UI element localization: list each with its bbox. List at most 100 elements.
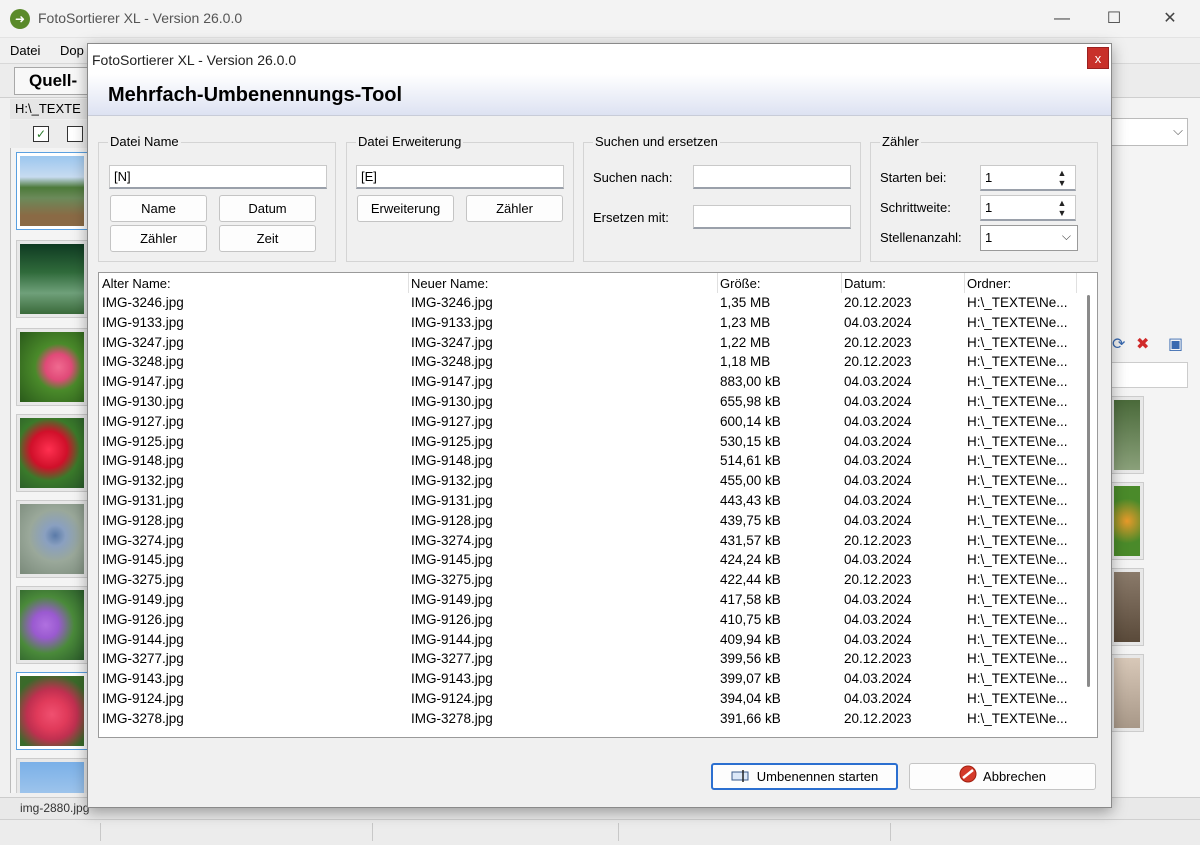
digits-select[interactable]: 1 ⌵ bbox=[980, 225, 1078, 251]
table-row[interactable]: IMG-9127.jpg IMG-9127.jpg 600,14 kB 04.03.2… bbox=[99, 412, 1079, 432]
menu-dop[interactable]: Dop bbox=[60, 43, 84, 58]
thumbnail[interactable] bbox=[16, 586, 88, 664]
table-row[interactable]: IMG-9149.jpg IMG-9149.jpg 417,58 kB 04.03.2… bbox=[99, 590, 1079, 610]
file-list[interactable]: Alter Name: Neuer Name: Größe: Datum: Or… bbox=[98, 272, 1098, 738]
step-value: 1 bbox=[985, 200, 993, 215]
check-icon[interactable]: ✓ bbox=[33, 126, 49, 142]
insert-date-button[interactable]: Datum bbox=[219, 195, 316, 222]
cell-size: 424,24 kB bbox=[720, 552, 781, 568]
digits-label: Stellenanzahl: bbox=[880, 230, 962, 245]
target-input[interactable] bbox=[1110, 362, 1188, 388]
insert-counter-button[interactable]: Zähler bbox=[110, 225, 207, 252]
thumbnail[interactable] bbox=[16, 672, 88, 750]
cell-old-name: IMG-3274.jpg bbox=[102, 532, 184, 548]
cell-size: 655,98 kB bbox=[720, 393, 781, 409]
table-row[interactable]: IMG-9125.jpg IMG-9125.jpg 530,15 kB 04.03.2… bbox=[99, 432, 1079, 452]
dialog-header: Mehrfach-Umbenennungs-Tool bbox=[88, 74, 1111, 116]
spin-arrows-icon[interactable]: ▲ ▼ bbox=[1055, 168, 1069, 188]
table-row[interactable]: IMG-9130.jpg IMG-9130.jpg 655,98 kB 04.03.2… bbox=[99, 392, 1079, 412]
target-combo[interactable]: ⌵ bbox=[1110, 118, 1188, 146]
spin-arrows-icon[interactable]: ▲ ▼ bbox=[1055, 198, 1069, 218]
cell-folder: H:\_TEXTE\Ne... bbox=[967, 671, 1068, 687]
target-thumbnail[interactable] bbox=[1110, 482, 1144, 560]
table-row[interactable]: IMG-9132.jpg IMG-9132.jpg 455,00 kB 04.03.2… bbox=[99, 471, 1079, 491]
step-spinner[interactable]: 1 ▲ ▼ bbox=[980, 195, 1076, 221]
maximize-button[interactable]: ☐ bbox=[1092, 6, 1136, 32]
cell-new-name: IMG-3247.jpg bbox=[411, 334, 493, 350]
cell-size: 455,00 kB bbox=[720, 473, 781, 489]
table-row[interactable]: IMG-3275.jpg IMG-3275.jpg 422,44 kB 20.12.2… bbox=[99, 570, 1079, 590]
dialog-close-button[interactable]: x bbox=[1087, 47, 1109, 69]
uncheck-box[interactable] bbox=[67, 126, 83, 142]
counter-group: Zähler Starten bei: 1 ▲ ▼ Schrittweite: 1… bbox=[870, 134, 1098, 262]
table-row[interactable]: IMG-3278.jpg IMG-3278.jpg 391,66 kB 20.12.2… bbox=[99, 709, 1079, 729]
cell-size: 514,61 kB bbox=[720, 453, 781, 469]
cancel-label: Abbrechen bbox=[983, 769, 1046, 784]
filename-pattern-field[interactable]: [N] bbox=[109, 165, 327, 189]
cell-folder: H:\_TEXTE\Ne... bbox=[967, 413, 1068, 429]
column-date[interactable]: Datum: bbox=[844, 276, 886, 291]
table-row[interactable]: IMG-3277.jpg IMG-3277.jpg 399,56 kB 20.12.2… bbox=[99, 649, 1079, 669]
table-row[interactable]: IMG-9128.jpg IMG-9128.jpg 439,75 kB 04.03.2… bbox=[99, 511, 1079, 531]
table-row[interactable]: IMG-9144.jpg IMG-9144.jpg 409,94 kB 04.03.2… bbox=[99, 630, 1079, 650]
start-rename-button[interactable]: Umbenennen starten bbox=[711, 763, 898, 790]
cell-date: 04.03.2024 bbox=[844, 552, 912, 568]
table-row[interactable]: IMG-9131.jpg IMG-9131.jpg 443,43 kB 04.03.2… bbox=[99, 491, 1079, 511]
list-scrollbar[interactable] bbox=[1079, 273, 1097, 737]
close-window-button[interactable]: ✕ bbox=[1148, 6, 1192, 32]
thumbnail[interactable] bbox=[16, 414, 88, 492]
target-thumbnail[interactable] bbox=[1110, 568, 1144, 646]
table-row[interactable]: IMG-9143.jpg IMG-9143.jpg 399,07 kB 04.03.2… bbox=[99, 669, 1079, 689]
refresh-icon[interactable]: ⟳ bbox=[1112, 334, 1125, 354]
delete-icon[interactable]: ✖ bbox=[1136, 334, 1149, 354]
search-input[interactable] bbox=[693, 165, 851, 189]
column-folder[interactable]: Ordner: bbox=[967, 276, 1011, 291]
cell-date: 20.12.2023 bbox=[844, 354, 912, 370]
target-thumbnail[interactable] bbox=[1110, 654, 1144, 732]
insert-time-button[interactable]: Zeit bbox=[219, 225, 316, 252]
start-spinner[interactable]: 1 ▲ ▼ bbox=[980, 165, 1076, 191]
column-size[interactable]: Größe: bbox=[720, 276, 760, 291]
rename-dialog: FotoSortierer XL - Version 26.0.0 x Mehr… bbox=[87, 43, 1112, 808]
cell-size: 399,07 kB bbox=[720, 671, 781, 687]
source-tab[interactable]: Quell- bbox=[14, 67, 94, 95]
cell-folder: H:\_TEXTE\Ne... bbox=[967, 492, 1068, 508]
column-divider[interactable] bbox=[1076, 273, 1077, 293]
thumbnail[interactable] bbox=[16, 240, 88, 318]
scrollbar-thumb[interactable] bbox=[1087, 295, 1090, 687]
cell-size: 1,23 MB bbox=[720, 314, 771, 330]
insert-extension-button[interactable]: Erweiterung bbox=[357, 195, 454, 222]
cancel-button[interactable]: Abbrechen bbox=[909, 763, 1096, 790]
table-row[interactable]: IMG-9145.jpg IMG-9145.jpg 424,24 kB 04.03.2… bbox=[99, 550, 1079, 570]
table-row[interactable]: IMG-3246.jpg IMG-3246.jpg 1,35 MB 20.12.202… bbox=[99, 293, 1079, 313]
image-icon[interactable]: ▣ bbox=[1168, 334, 1183, 354]
thumbnail[interactable] bbox=[16, 758, 88, 793]
target-thumbnail[interactable] bbox=[1110, 396, 1144, 474]
table-row[interactable]: IMG-9147.jpg IMG-9147.jpg 883,00 kB 04.03.2… bbox=[99, 372, 1079, 392]
menu-datei[interactable]: Datei bbox=[10, 43, 40, 58]
thumbnail[interactable] bbox=[16, 328, 88, 406]
column-divider[interactable] bbox=[717, 273, 718, 293]
table-row[interactable]: IMG-9148.jpg IMG-9148.jpg 514,61 kB 04.03.2… bbox=[99, 451, 1079, 471]
insert-ext-counter-button[interactable]: Zähler bbox=[466, 195, 563, 222]
thumbnail[interactable] bbox=[16, 152, 88, 230]
table-row[interactable]: IMG-3247.jpg IMG-3247.jpg 1,22 MB 20.12.202… bbox=[99, 333, 1079, 353]
column-divider[interactable] bbox=[964, 273, 965, 293]
insert-name-button[interactable]: Name bbox=[110, 195, 207, 222]
app-icon: ➜ bbox=[10, 9, 30, 29]
table-row[interactable]: IMG-3274.jpg IMG-3274.jpg 431,57 kB 20.12.2… bbox=[99, 531, 1079, 551]
replace-input[interactable] bbox=[693, 205, 851, 229]
extension-pattern-field[interactable]: [E] bbox=[356, 165, 564, 189]
cell-new-name: IMG-9148.jpg bbox=[411, 453, 493, 469]
minimize-button[interactable]: — bbox=[1040, 6, 1084, 32]
table-row[interactable]: IMG-3248.jpg IMG-3248.jpg 1,18 MB 20.12.202… bbox=[99, 352, 1079, 372]
thumbnail[interactable] bbox=[16, 500, 88, 578]
column-divider[interactable] bbox=[408, 273, 409, 293]
table-row[interactable]: IMG-9124.jpg IMG-9124.jpg 394,04 kB 04.03.2… bbox=[99, 689, 1079, 709]
column-divider[interactable] bbox=[841, 273, 842, 293]
cell-date: 04.03.2024 bbox=[844, 314, 912, 330]
table-row[interactable]: IMG-9126.jpg IMG-9126.jpg 410,75 kB 04.03.2… bbox=[99, 610, 1079, 630]
column-old-name[interactable]: Alter Name: bbox=[102, 276, 171, 291]
table-row[interactable]: IMG-9133.jpg IMG-9133.jpg 1,23 MB 04.03.202… bbox=[99, 313, 1079, 333]
column-new-name[interactable]: Neuer Name: bbox=[411, 276, 488, 291]
